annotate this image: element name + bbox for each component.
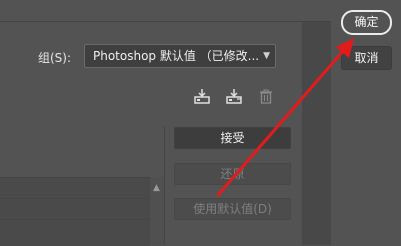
dialog-button-column [331,0,401,245]
load-set-icon[interactable] [225,88,243,106]
list-scrollbar[interactable]: ▲ [150,177,164,245]
panel-top-bar [0,0,331,22]
shortcut-list[interactable] [0,177,150,246]
panel-edge [302,22,331,245]
save-set-icon[interactable] [193,88,211,106]
cancel-button[interactable]: 取消 [341,46,392,70]
list-row-divider [0,198,150,199]
group-label: 组(S): [38,51,72,65]
ok-button[interactable]: 确定 [341,10,392,35]
accept-button[interactable]: 接受 [174,127,291,149]
trash-icon[interactable] [257,88,275,106]
chevron-down-icon: ▼ [263,51,270,61]
use-default-button[interactable]: 使用默认值(D) [174,198,291,220]
vertical-divider [164,126,165,245]
group-select[interactable]: Photoshop 默认值 （已修改... ▼ [84,44,276,68]
list-row-divider [0,219,150,220]
restore-button[interactable]: 还原 [174,163,291,185]
group-select-value: Photoshop 默认值 （已修改... [93,49,260,63]
scroll-up-icon[interactable]: ▲ [153,183,160,193]
